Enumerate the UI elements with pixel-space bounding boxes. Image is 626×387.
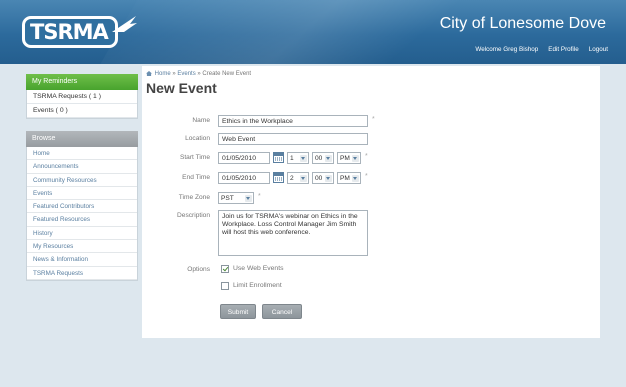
nav-item-news-information[interactable]: News & Information <box>27 253 137 267</box>
nav-item-events[interactable]: Events <box>27 187 137 201</box>
site-logo[interactable]: TSRMA <box>22 14 137 50</box>
nav-item-featured-contributors[interactable]: Featured Contributors <box>27 200 137 214</box>
name-label: Name <box>192 117 210 124</box>
nav-item-featured-resources[interactable]: Featured Resources <box>27 213 137 227</box>
page-title: New Event <box>146 80 217 96</box>
required-marker: * <box>365 173 368 180</box>
main-content: Home » Events » Create New Event New Eve… <box>142 66 600 338</box>
end-hour-select[interactable]: 2 <box>287 172 309 184</box>
breadcrumb-events[interactable]: Events <box>177 71 195 77</box>
start-hour-value: 1 <box>290 155 294 162</box>
start-minute-select[interactable]: 00 <box>312 152 334 164</box>
browse-panel: Home Announcements Community Resources E… <box>26 147 138 281</box>
cancel-button[interactable]: Cancel <box>262 304 302 319</box>
end-minute-select[interactable]: 00 <box>312 172 334 184</box>
edit-profile-link[interactable]: Edit Profile <box>548 46 578 53</box>
sidebar: My Reminders TSRMA Requests ( 1 ) Events… <box>26 74 138 281</box>
start-minute-value: 00 <box>315 155 323 162</box>
nav-item-announcements[interactable]: Announcements <box>27 160 137 174</box>
required-marker: * <box>365 153 368 160</box>
chevron-down-icon <box>325 155 332 162</box>
end-minute-value: 00 <box>315 175 323 182</box>
breadcrumb-separator: » <box>197 71 201 78</box>
welcome-user-link[interactable]: Welcome Greg Bishop <box>475 46 538 53</box>
use-web-events-label[interactable]: Use Web Events <box>233 265 284 272</box>
chevron-down-icon <box>352 155 359 162</box>
time-zone-select[interactable]: PST <box>218 192 254 204</box>
reminder-events[interactable]: Events ( 0 ) <box>27 104 137 118</box>
submit-button[interactable]: Submit <box>220 304 256 319</box>
end-date-input[interactable]: 01/05/2010 <box>218 172 270 184</box>
home-icon <box>146 71 152 76</box>
reminders-panel: TSRMA Requests ( 1 ) Events ( 0 ) <box>26 90 138 119</box>
nav-item-my-resources[interactable]: My Resources <box>27 240 137 254</box>
location-label: Location <box>185 135 210 142</box>
time-zone-value: PST <box>221 195 234 202</box>
nav-item-history[interactable]: History <box>27 227 137 241</box>
logout-link[interactable]: Logout <box>589 46 608 53</box>
site-title: City of Lonesome Dove <box>439 15 606 32</box>
description-textarea[interactable]: Join us for TSRMA's webinar on Ethics in… <box>218 210 368 256</box>
nav-item-tsrma-requests[interactable]: TSRMA Requests <box>27 267 137 280</box>
limit-enrollment-label[interactable]: Limit Enrollment <box>233 282 282 289</box>
calendar-icon[interactable] <box>273 152 284 163</box>
chevron-down-icon <box>300 175 307 182</box>
nav-item-community-resources[interactable]: Community Resources <box>27 174 137 187</box>
start-date-input[interactable]: 01/05/2010 <box>218 152 270 164</box>
location-input[interactable]: Web Event <box>218 133 368 145</box>
use-web-events-checkbox[interactable] <box>221 265 229 273</box>
chevron-down-icon <box>325 175 332 182</box>
start-ampm-select[interactable]: PM <box>337 152 361 164</box>
wing-icon <box>112 16 137 32</box>
start-ampm-value: PM <box>340 155 350 162</box>
chevron-down-icon <box>300 155 307 162</box>
breadcrumb-home[interactable]: Home <box>155 71 171 77</box>
required-marker: * <box>372 116 375 123</box>
limit-enrollment-checkbox[interactable] <box>221 282 229 290</box>
user-links: Welcome Greg Bishop Edit Profile Logout <box>475 46 608 53</box>
end-time-label: End Time <box>182 174 210 181</box>
description-label: Description <box>177 212 210 219</box>
calendar-icon[interactable] <box>273 172 284 183</box>
breadcrumb: Home » Events » Create New Event <box>146 71 251 77</box>
nav-item-home[interactable]: Home <box>27 147 137 161</box>
start-hour-select[interactable]: 1 <box>287 152 309 164</box>
reminders-heading: My Reminders <box>26 74 138 90</box>
required-marker: * <box>258 193 261 200</box>
reminder-tsrma-requests[interactable]: TSRMA Requests ( 1 ) <box>27 90 137 104</box>
end-hour-value: 2 <box>290 175 294 182</box>
name-input[interactable]: Ethics in the Workplace <box>218 115 368 127</box>
breadcrumb-separator: » <box>172 71 176 78</box>
site-header: TSRMA City of Lonesome Dove Welcome Greg… <box>0 0 626 64</box>
start-time-label: Start Time <box>179 154 210 161</box>
breadcrumb-current: Create New Event <box>202 71 252 78</box>
browse-heading: Browse <box>26 131 138 147</box>
chevron-down-icon <box>352 175 359 182</box>
end-ampm-select[interactable]: PM <box>337 172 361 184</box>
options-label: Options <box>187 266 210 273</box>
chevron-down-icon <box>245 195 252 202</box>
end-ampm-value: PM <box>340 175 350 182</box>
logo-text: TSRMA <box>30 20 109 44</box>
time-zone-label: Time Zone <box>178 194 210 201</box>
